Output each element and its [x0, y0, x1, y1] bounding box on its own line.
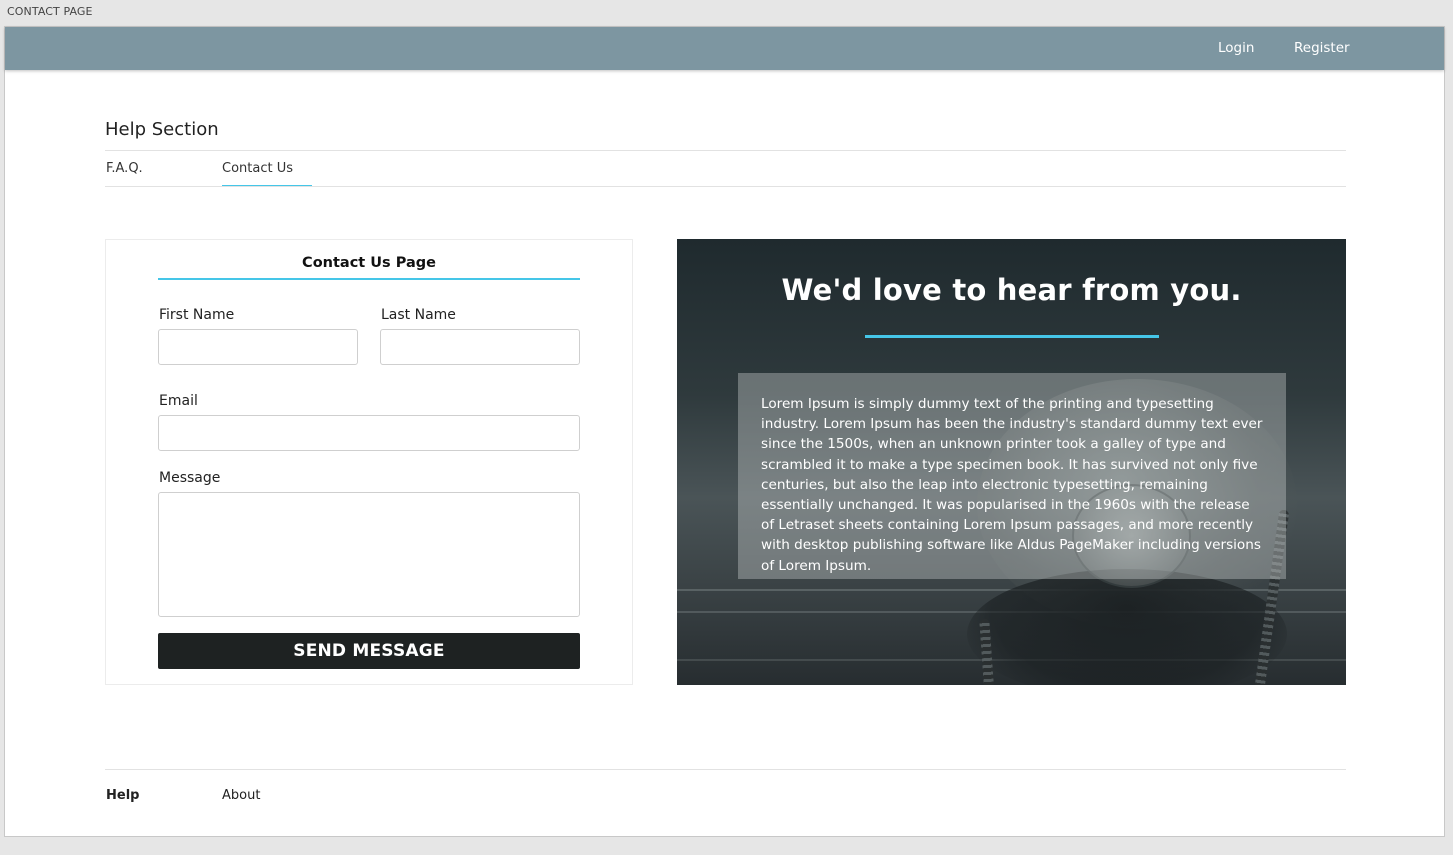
form-title-underline: [158, 278, 580, 280]
hero-panel: We'd love to hear from you. Lorem Ipsum …: [677, 239, 1346, 685]
message-field[interactable]: [158, 492, 580, 617]
contact-form: Contact Us Page First Name Last Name Ema…: [105, 239, 633, 685]
page-title: Help Section: [105, 119, 219, 140]
divider: [105, 150, 1346, 151]
footer-help-link[interactable]: Help: [106, 788, 139, 803]
register-link[interactable]: Register: [1294, 40, 1350, 56]
last-name-field[interactable]: [380, 329, 580, 365]
send-message-button[interactable]: SEND MESSAGE: [158, 633, 580, 669]
last-name-label: Last Name: [381, 307, 456, 323]
message-label: Message: [159, 470, 221, 486]
footer-divider: [105, 769, 1346, 770]
email-label: Email: [159, 393, 198, 409]
first-name-field[interactable]: [158, 329, 358, 365]
page-frame: Login Register Help Section F.A.Q. Conta…: [4, 26, 1445, 837]
top-navbar: Login Register: [5, 27, 1444, 70]
tab-contact-us[interactable]: Contact Us: [222, 161, 293, 176]
login-link[interactable]: Login: [1218, 40, 1254, 56]
form-title: Contact Us Page: [302, 255, 436, 271]
tab-faq[interactable]: F.A.Q.: [106, 161, 143, 176]
window-title: CONTACT PAGE: [7, 5, 93, 18]
first-name-label: First Name: [159, 307, 235, 323]
divider: [105, 186, 1346, 187]
hero-description: Lorem Ipsum is simply dummy text of the …: [738, 373, 1286, 579]
email-field[interactable]: [158, 415, 580, 451]
hero-heading-underline: [865, 335, 1159, 338]
hero-heading: We'd love to hear from you.: [781, 273, 1242, 307]
footer-about-link[interactable]: About: [222, 788, 260, 803]
